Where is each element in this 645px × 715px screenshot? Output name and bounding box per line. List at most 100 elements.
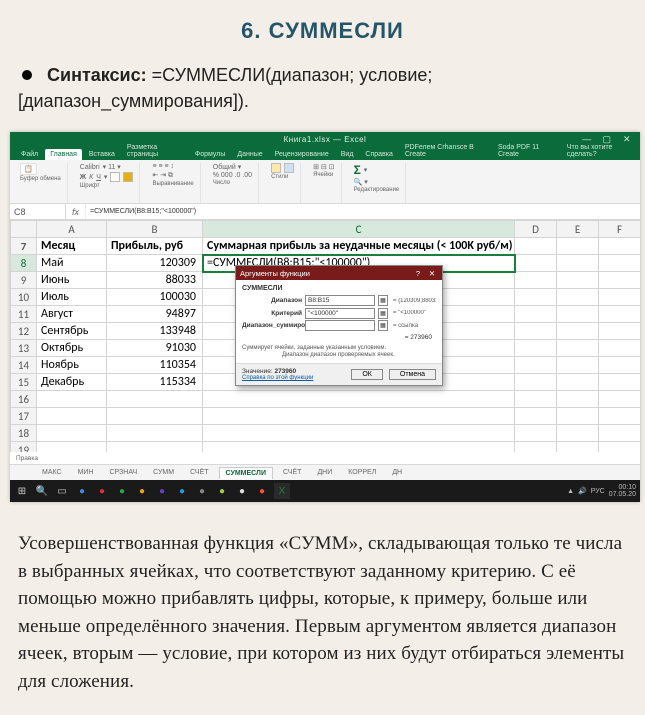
cell[interactable] <box>599 408 641 425</box>
sheet-tab[interactable]: СУММЕСЛИ <box>219 467 273 479</box>
app-icon[interactable]: ● <box>214 483 230 499</box>
tray-icon[interactable]: 🔊 <box>578 487 587 495</box>
cell[interactable] <box>557 374 599 391</box>
sheet-tab[interactable]: ДН <box>386 467 408 478</box>
cell[interactable] <box>203 391 515 408</box>
column-header[interactable]: B <box>107 221 203 238</box>
cell[interactable] <box>557 408 599 425</box>
row-header[interactable]: 15 <box>11 374 37 391</box>
dialog-help-link[interactable]: Справка по этой функции <box>242 375 345 381</box>
taskview-icon[interactable]: ▭ <box>54 483 70 499</box>
app-icon[interactable]: ● <box>194 483 210 499</box>
column-header[interactable]: D <box>515 221 557 238</box>
row-header[interactable]: 8 <box>11 255 37 272</box>
row-header[interactable]: 12 <box>11 323 37 340</box>
sheet-tab[interactable]: СУММ <box>147 467 180 478</box>
dialog-cancel-button[interactable]: Отмена <box>389 369 436 380</box>
ribbon-tab[interactable]: Вставка <box>84 149 120 160</box>
cell[interactable] <box>557 391 599 408</box>
ribbon-tab[interactable]: PDFелем Crhansce В Create <box>400 142 491 160</box>
cell[interactable] <box>599 306 641 323</box>
cell[interactable] <box>515 357 557 374</box>
cell[interactable] <box>557 238 599 255</box>
app-icon[interactable]: ● <box>254 483 270 499</box>
cell[interactable] <box>599 357 641 374</box>
ribbon-tab[interactable]: Справка <box>360 149 397 160</box>
cell[interactable]: 100030 <box>107 289 203 306</box>
start-icon[interactable]: ⊞ <box>14 483 30 499</box>
ribbon-tab[interactable]: Разметка страницы <box>122 142 188 160</box>
sheet-tab[interactable]: КОРРЕЛ <box>342 467 382 478</box>
cell[interactable] <box>515 238 557 255</box>
cell[interactable] <box>557 323 599 340</box>
column-header[interactable]: C <box>203 221 515 238</box>
cell[interactable]: 115334 <box>107 374 203 391</box>
cell[interactable]: 91030 <box>107 340 203 357</box>
maximize-icon[interactable]: ▢ <box>598 132 616 146</box>
column-header[interactable]: F <box>599 221 641 238</box>
cell[interactable] <box>37 425 107 442</box>
sheet-tabs[interactable]: МАКСМИНСРЗНАЧСУММСЧЁТСУММЕСЛИСЧЁТДНИКОРР… <box>10 464 640 480</box>
cell[interactable] <box>557 289 599 306</box>
name-box[interactable]: C8 <box>10 204 66 219</box>
function-arguments-dialog[interactable]: Аргументы функции ?✕ СУММЕСЛИ ДиапазонB8… <box>235 265 443 386</box>
cell[interactable] <box>599 272 641 289</box>
sheet-tab[interactable]: МИН <box>72 467 100 478</box>
app-icon[interactable]: ● <box>114 483 130 499</box>
ribbon-tab[interactable]: Данные <box>232 149 267 160</box>
range-picker-icon[interactable]: ▦ <box>378 295 388 306</box>
ribbon-tab[interactable]: Вид <box>336 149 359 160</box>
app-icon[interactable]: ● <box>234 483 250 499</box>
cell[interactable] <box>203 408 515 425</box>
ribbon-tab[interactable]: Soda PDF 11 Create <box>493 142 560 160</box>
cell[interactable] <box>557 306 599 323</box>
cell[interactable]: Месяц <box>37 238 107 255</box>
cell[interactable] <box>515 374 557 391</box>
sheet-tab[interactable]: МАКС <box>36 467 68 478</box>
cell[interactable] <box>599 238 641 255</box>
tray-icon[interactable]: ▲ <box>567 488 574 495</box>
arg-input[interactable]: B8:B15 <box>305 295 375 306</box>
cell[interactable]: Прибыль, руб <box>107 238 203 255</box>
sheet-tab[interactable]: ДНИ <box>311 467 338 478</box>
cell[interactable] <box>557 357 599 374</box>
select-all-cell[interactable] <box>11 221 37 238</box>
cell[interactable]: Сентябрь <box>37 323 107 340</box>
app-icon[interactable]: ● <box>74 483 90 499</box>
dialog-ok-button[interactable]: ОК <box>351 369 383 380</box>
row-header[interactable]: 10 <box>11 289 37 306</box>
cell[interactable] <box>515 425 557 442</box>
app-icon[interactable]: ● <box>94 483 110 499</box>
cell[interactable] <box>599 425 641 442</box>
row-header[interactable]: 14 <box>11 357 37 374</box>
cell[interactable] <box>515 391 557 408</box>
tray-lang[interactable]: РУС <box>591 488 605 495</box>
dialog-help-icon[interactable]: ? <box>412 269 424 278</box>
cell[interactable] <box>557 425 599 442</box>
sheet-tab[interactable]: СРЗНАЧ <box>103 467 143 478</box>
cell[interactable]: Декабрь <box>37 374 107 391</box>
ribbon-tab[interactable]: Файл <box>16 149 43 160</box>
ribbon-tab[interactable]: Формулы <box>190 149 230 160</box>
cell[interactable] <box>515 323 557 340</box>
cell[interactable] <box>557 255 599 272</box>
cell[interactable] <box>599 255 641 272</box>
cell[interactable] <box>557 340 599 357</box>
cell[interactable] <box>515 306 557 323</box>
cell[interactable]: 120309 <box>107 255 203 272</box>
cell[interactable]: Июнь <box>37 272 107 289</box>
row-header[interactable]: 16 <box>11 391 37 408</box>
cell[interactable]: 94897 <box>107 306 203 323</box>
cell[interactable] <box>37 408 107 425</box>
cell[interactable] <box>203 425 515 442</box>
cell[interactable] <box>515 272 557 289</box>
row-header[interactable]: 9 <box>11 272 37 289</box>
ribbon-tab[interactable]: Главная <box>45 149 82 160</box>
row-header[interactable]: 11 <box>11 306 37 323</box>
cell[interactable] <box>599 289 641 306</box>
row-header[interactable]: 13 <box>11 340 37 357</box>
cell[interactable]: 133948 <box>107 323 203 340</box>
cell[interactable] <box>599 323 641 340</box>
range-picker-icon[interactable]: ▦ <box>378 320 388 331</box>
app-icon[interactable]: ● <box>134 483 150 499</box>
